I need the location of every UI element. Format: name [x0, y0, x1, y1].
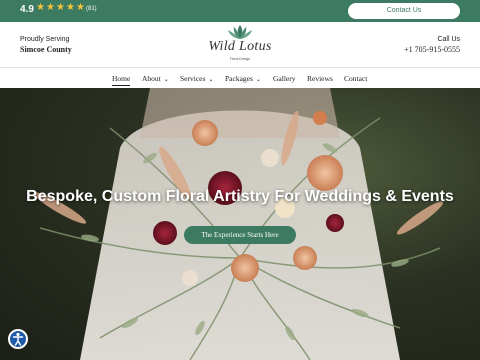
nav-reviews[interactable]: Reviews [307, 74, 333, 83]
lotus-icon [228, 25, 252, 39]
site-logo[interactable]: Wild Lotus Floral Design [202, 24, 278, 66]
nav-label: Reviews [307, 74, 333, 83]
chevron-down-icon: ⌄ [255, 77, 261, 83]
hero-bouquet-image [33, 88, 444, 360]
phone-link[interactable]: +1 705-915-0555 [404, 45, 460, 54]
accessibility-icon [12, 332, 24, 346]
rating-value: 4.9 [20, 4, 34, 15]
logo-tagline: Floral Design [229, 57, 251, 61]
hero-cta-button[interactable]: The Experience Starts Here [184, 226, 296, 244]
logo-name: Wild Lotus [208, 39, 272, 54]
nav-home[interactable]: Home [112, 74, 131, 86]
nav-label: Packages [225, 74, 253, 83]
star-icon: ★ [56, 2, 65, 13]
nav-label: Contact [344, 74, 368, 83]
call-label: Call Us [437, 36, 460, 43]
contact-us-button[interactable]: Contact Us [348, 3, 460, 19]
nav-gallery[interactable]: Gallery [273, 74, 296, 83]
hero-section: Bespoke, Custom Floral Artistry For Wedd… [0, 88, 480, 360]
serving-label: Proudly Serving [20, 36, 70, 43]
serving-region: Simcoe County [20, 45, 72, 54]
main-nav: Home About ⌄ Services ⌄ Packages ⌄ Gallery … [0, 68, 480, 88]
star-icon: ★ [36, 2, 45, 13]
nav-services[interactable]: Services ⌄ [180, 74, 213, 83]
nav-label: Gallery [273, 74, 296, 83]
accessibility-button[interactable] [8, 329, 28, 349]
star-icon: ★ [46, 2, 55, 13]
nav-label: Services [180, 74, 206, 83]
nav-label: About [142, 74, 161, 83]
nav-packages[interactable]: Packages ⌄ [225, 74, 261, 83]
star-icon: ★ [76, 2, 85, 13]
chevron-down-icon: ⌄ [163, 77, 169, 83]
nav-about[interactable]: About ⌄ [142, 74, 169, 83]
star-icon: ★ [66, 2, 75, 13]
nav-label: Home [112, 74, 131, 83]
rating-stars: ★ ★ ★ ★ ★ [36, 2, 85, 13]
top-bar: 4.9 ★ ★ ★ ★ ★ (81) Contact Us [0, 0, 480, 22]
chevron-down-icon: ⌄ [208, 77, 214, 83]
review-count[interactable]: (81) [86, 6, 97, 12]
nav-contact[interactable]: Contact [344, 74, 367, 83]
hero-title: Bespoke, Custom Floral Artistry For Wedd… [26, 188, 454, 205]
